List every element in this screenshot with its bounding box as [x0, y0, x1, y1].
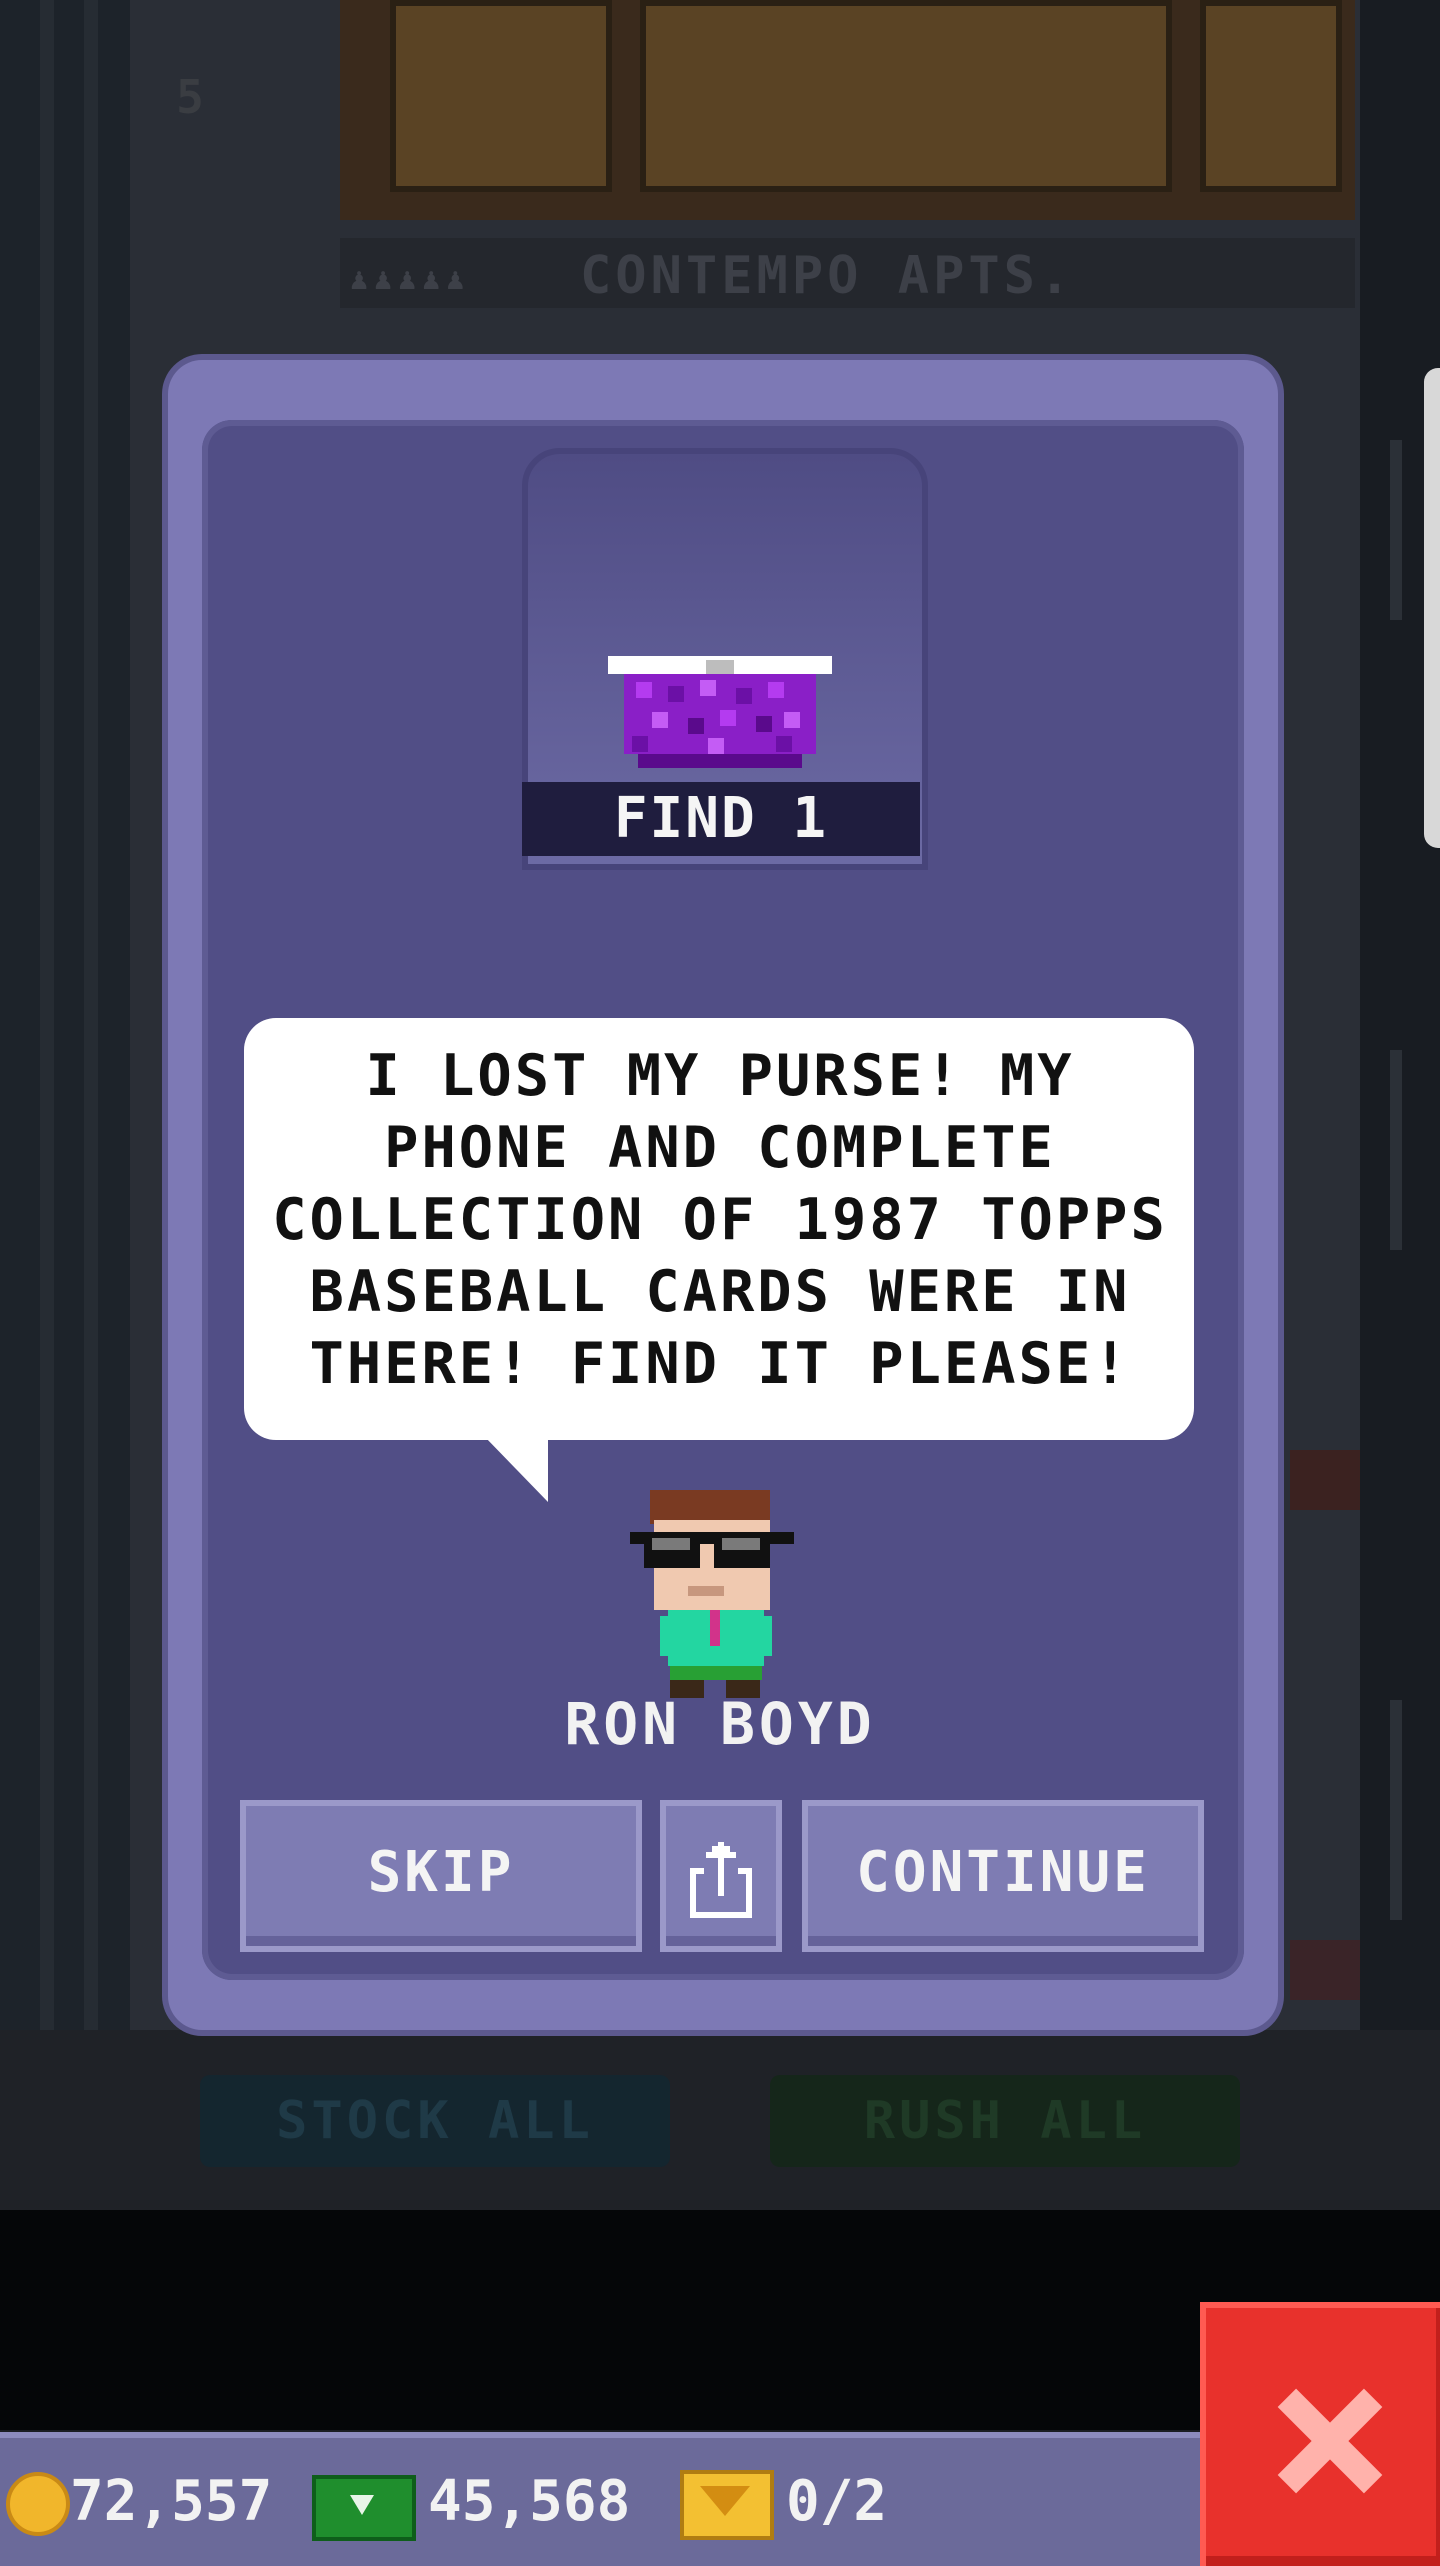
shaft-column	[84, 0, 98, 2030]
cash-icon	[312, 2475, 416, 2541]
room-window	[390, 0, 612, 192]
elevator-shaft-right	[1360, 0, 1440, 2030]
coins-value: 72,557	[70, 2469, 273, 2534]
close-icon	[1274, 2386, 1384, 2496]
side-scroll-tab[interactable]	[1424, 368, 1440, 848]
purse-icon	[608, 656, 832, 768]
currency-bar: 72,557 45,568 0/2	[0, 2432, 1210, 2566]
floor-name: CONTEMPO APTS.	[580, 246, 1075, 306]
rush-all-button[interactable]: RUSH ALL	[770, 2075, 1240, 2167]
character-name: RON BOYD	[564, 1690, 876, 1758]
shaft-column	[1390, 1700, 1402, 1920]
bux-value: 45,568	[428, 2469, 631, 2534]
skip-button[interactable]: SKIP	[240, 1800, 642, 1952]
character-avatar	[630, 1490, 794, 1698]
mission-message: I LOST MY PURSE! MY PHONE AND COMPLETE C…	[272, 1043, 1168, 1397]
stock-all-button[interactable]: STOCK ALL	[200, 2075, 670, 2167]
shaft-column	[1390, 1050, 1402, 1250]
share-icon	[690, 1842, 752, 1918]
find-count-label: FIND 1	[522, 782, 920, 856]
share-button[interactable]	[660, 1800, 782, 1952]
coin-icon	[6, 2472, 70, 2536]
close-button[interactable]	[1200, 2302, 1440, 2566]
shaft-column	[1390, 440, 1402, 620]
room-decor	[1290, 1940, 1360, 2000]
ticket-icon	[680, 2470, 774, 2540]
continue-button[interactable]: CONTINUE	[802, 1800, 1204, 1952]
room-decor	[1290, 1450, 1360, 1510]
floor-number: 5	[176, 70, 204, 124]
floor-room	[340, 0, 1355, 220]
elevator-shaft-left	[0, 0, 130, 2030]
room-window	[640, 0, 1172, 192]
tickets-value: 0/2	[786, 2469, 888, 2534]
room-window	[1200, 0, 1342, 192]
shaft-column	[40, 0, 54, 2030]
residents-icons: ♟♟♟♟♟	[350, 262, 471, 297]
